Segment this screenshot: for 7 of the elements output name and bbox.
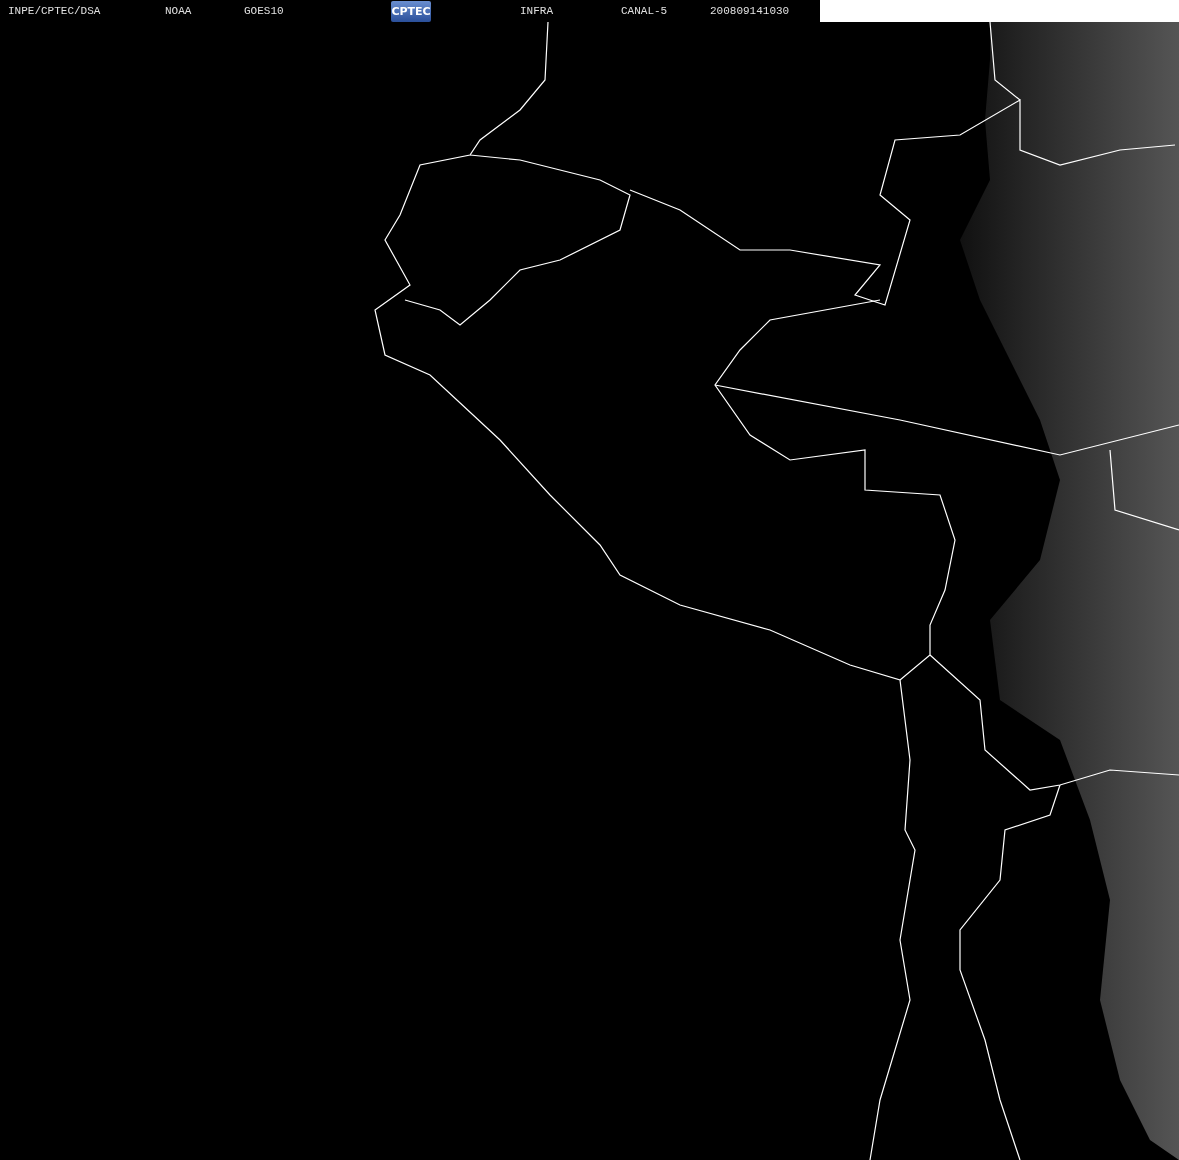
header-label: NOAA [165,5,192,17]
header-label: CANAL-5 [621,5,668,17]
header-label: INFRA [520,5,553,17]
header-label: INPE/CPTEC/DSA [8,5,101,17]
logo: CPTEC [391,0,431,22]
header-label: GOES10 [244,5,284,17]
header-label: 200809141030 [710,5,790,17]
